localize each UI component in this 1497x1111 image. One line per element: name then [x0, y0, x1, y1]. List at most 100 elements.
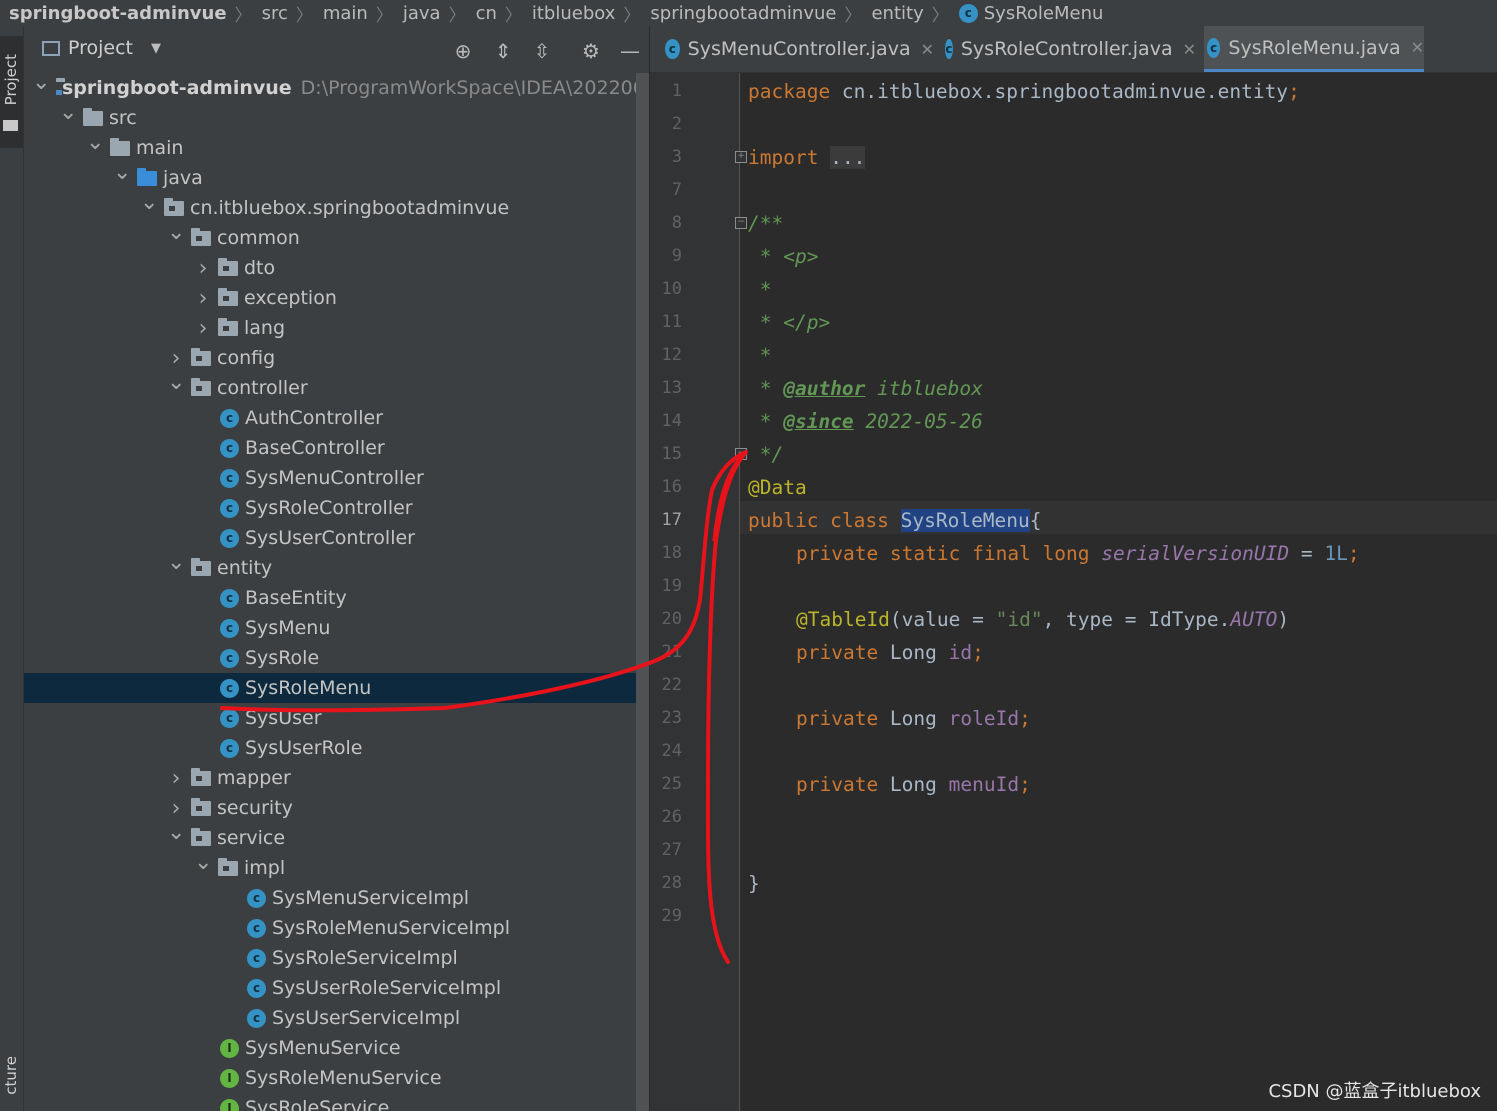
- tree-item[interactable]: I SysMenuService: [24, 1033, 636, 1063]
- tree-item[interactable]: c SysUser: [24, 703, 636, 733]
- breadcrumb-item[interactable]: entity: [861, 3, 923, 24]
- locate-target-icon[interactable]: ⊕: [451, 39, 475, 63]
- tree-item[interactable]: c SysUserRoleServiceImpl: [24, 973, 636, 1003]
- tree-item[interactable]: › security: [24, 793, 636, 823]
- tree-scrollbar[interactable]: [636, 73, 649, 1111]
- chevron-down-icon[interactable]: ⌄: [167, 552, 185, 574]
- editor-tab[interactable]: c SysMenuController.java ✕: [664, 26, 934, 72]
- editor-tab[interactable]: c SysRoleMenu.java ✕: [1204, 26, 1424, 72]
- close-icon[interactable]: ✕: [1411, 38, 1424, 57]
- class-icon: c: [220, 468, 239, 488]
- chevron-right-icon[interactable]: ›: [167, 346, 185, 371]
- line-number: 29: [661, 906, 682, 926]
- tree-item[interactable]: c SysUserRole: [24, 733, 636, 763]
- code-line-1: package cn.itbluebox.springbootadminvue.…: [748, 75, 1300, 108]
- code-line-16: @Data: [748, 476, 807, 499]
- fold-end-icon[interactable]: −: [735, 448, 747, 460]
- tree-item[interactable]: › dto: [24, 253, 636, 283]
- tree-item[interactable]: › config: [24, 343, 636, 373]
- code-line-25: private Long menuId;: [796, 768, 1031, 801]
- tree-item[interactable]: c SysUserServiceImpl: [24, 1003, 636, 1033]
- chevron-down-icon[interactable]: ⌄: [140, 192, 158, 214]
- keyword-package: package: [748, 80, 831, 103]
- tree-item[interactable]: › lang: [24, 313, 636, 343]
- chevron-down-icon[interactable]: ⌄: [167, 222, 185, 244]
- tree-item[interactable]: I SysRoleService: [24, 1093, 636, 1111]
- tree-item[interactable]: › exception: [24, 283, 636, 313]
- tree-item[interactable]: c SysRoleController: [24, 493, 636, 523]
- fold-collapse-icon[interactable]: −: [735, 217, 747, 229]
- tree-item[interactable]: ⌄ java: [24, 162, 636, 193]
- tree-item[interactable]: ⌄ main: [24, 132, 636, 163]
- tree-item[interactable]: c SysMenuServiceImpl: [24, 883, 636, 913]
- breadcrumb-item[interactable]: SysRoleMenu: [978, 3, 1104, 24]
- breadcrumb-item[interactable]: java: [393, 3, 441, 24]
- chevron-down-icon[interactable]: ⌄: [59, 102, 77, 124]
- breadcrumb-item[interactable]: springbootadminvue: [640, 3, 836, 24]
- chevron-down-icon[interactable]: ⌄: [32, 72, 50, 94]
- chevron-right-icon[interactable]: ›: [194, 256, 212, 281]
- fold-expand-icon[interactable]: +: [735, 151, 747, 163]
- chevron-right-icon[interactable]: ›: [194, 316, 212, 341]
- project-tool-tab[interactable]: Project: [0, 36, 23, 148]
- structure-tool-tab[interactable]: cture: [2, 1056, 20, 1095]
- tree-item[interactable]: c SysUserController: [24, 523, 636, 553]
- tree-item-label: SysRoleService: [245, 1097, 390, 1111]
- chevron-down-icon[interactable]: ⌄: [167, 822, 185, 844]
- gear-icon[interactable]: ⚙: [579, 39, 603, 63]
- keyword-private: private: [796, 773, 890, 796]
- tree-item[interactable]: ⌄ entity: [24, 552, 636, 583]
- code-line-21: private Long id;: [796, 636, 984, 669]
- breadcrumb-item[interactable]: springboot-adminvue: [0, 3, 227, 24]
- expand-all-icon[interactable]: ⇕: [491, 39, 515, 63]
- chevron-down-icon[interactable]: ⌄: [86, 132, 104, 154]
- tree-item[interactable]: c SysMenu: [24, 613, 636, 643]
- tree-item[interactable]: ⌄ src: [24, 102, 636, 133]
- chevron-down-icon[interactable]: ⌄: [194, 852, 212, 874]
- tree-item[interactable]: ⌄ service: [24, 822, 636, 853]
- tree-item[interactable]: I SysRoleMenuService: [24, 1063, 636, 1093]
- tree-item[interactable]: ⌄ common: [24, 222, 636, 253]
- tree-item[interactable]: ⌄ controller: [24, 372, 636, 403]
- tree-item[interactable]: c SysRoleMenuServiceImpl: [24, 913, 636, 943]
- code-line-17: public class SysRoleMenu{: [748, 504, 1042, 537]
- editor-tab-label: SysMenuController.java: [687, 38, 911, 60]
- tree-item[interactable]: ⌄ impl: [24, 852, 636, 883]
- tree-item[interactable]: ⌄ cn.itbluebox.springbootadminvue: [24, 192, 636, 223]
- class-icon: c: [665, 39, 680, 59]
- tree-item-label: SysRoleController: [245, 497, 413, 519]
- tree-item[interactable]: › mapper: [24, 763, 636, 793]
- hide-panel-icon[interactable]: —: [618, 39, 642, 63]
- chevron-right-icon[interactable]: ›: [167, 766, 185, 791]
- tree-item[interactable]: c BaseController: [24, 433, 636, 463]
- code-line-13: * @author itbluebox: [748, 372, 983, 405]
- tree-item[interactable]: c BaseEntity: [24, 583, 636, 613]
- chevron-down-icon[interactable]: ⌄: [113, 162, 131, 184]
- type-long: Long: [889, 773, 949, 796]
- tree-item[interactable]: c SysRole: [24, 643, 636, 673]
- tree-item[interactable]: c AuthController: [24, 403, 636, 433]
- close-icon[interactable]: ✕: [1183, 40, 1196, 59]
- tree-item[interactable]: c SysRoleServiceImpl: [24, 943, 636, 973]
- collapse-all-icon[interactable]: ⇳: [530, 39, 554, 63]
- chevron-right-icon[interactable]: ›: [167, 796, 185, 821]
- breadcrumb-item[interactable]: src: [252, 3, 288, 24]
- editor-tab[interactable]: c SysRoleController.java ✕: [944, 26, 1196, 72]
- tree-item-label: dto: [244, 257, 276, 279]
- package-dot: [223, 865, 229, 871]
- chevron-right-icon[interactable]: ›: [194, 286, 212, 311]
- close-icon[interactable]: ✕: [921, 40, 934, 59]
- breadcrumb-item[interactable]: cn: [466, 3, 497, 24]
- chevron-down-icon[interactable]: ⌄: [167, 372, 185, 394]
- breadcrumb-item[interactable]: itbluebox: [522, 3, 616, 24]
- import-fold-placeholder[interactable]: ...: [830, 146, 866, 169]
- line-number: 1: [671, 81, 682, 101]
- tree-item[interactable]: ⌄ springboot-adminvue D:\ProgramWorkSpace\…: [24, 72, 649, 103]
- tree-item[interactable]: c SysRoleMenu: [24, 673, 636, 703]
- breadcrumb-item[interactable]: main: [313, 3, 368, 24]
- tree-item[interactable]: c SysMenuController: [24, 463, 636, 493]
- folder-icon: [3, 120, 18, 131]
- code-editor[interactable]: 1 2 3 7 8 9 10 11 12 13 14 15 16 17 18 19 20 21 22 23 24 25 26…: [650, 73, 1497, 1111]
- class-icon: c: [220, 618, 239, 638]
- project-view-selector[interactable]: Project ▼: [42, 37, 161, 59]
